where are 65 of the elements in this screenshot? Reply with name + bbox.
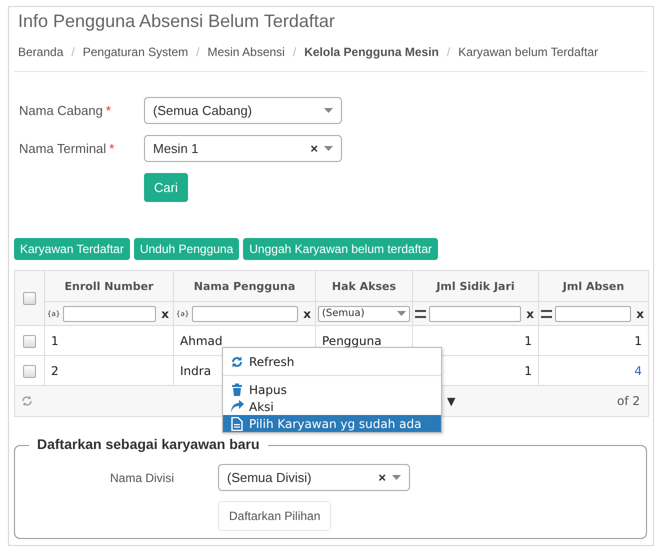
table-cell: 1	[524, 364, 532, 378]
breadcrumb-link[interactable]: Karyawan belum Terdaftar	[458, 45, 598, 67]
select-field[interactable]: (Semua Divisi) ×	[218, 464, 410, 491]
field-label: Nama Divisi	[110, 470, 176, 484]
field-label: Nama Terminal	[19, 141, 106, 156]
refresh-icon	[230, 354, 244, 368]
table-cell: Pengguna	[322, 334, 382, 348]
register-button[interactable]: Daftarkan Pilihan	[218, 501, 332, 531]
select-field[interactable]: (Semua Cabang)	[144, 97, 342, 124]
clear-filter-button[interactable]: x	[634, 306, 646, 320]
table-cell: 1	[524, 334, 532, 348]
breadcrumb-link[interactable]: Pengaturan System	[82, 45, 188, 67]
breadcrumb-link[interactable]: Kelola Pengguna Mesin	[304, 45, 439, 67]
clear-filter-button[interactable]: x	[301, 306, 313, 320]
checkbox[interactable]	[23, 334, 36, 348]
table-cell: 1	[51, 334, 59, 348]
clear-filter-button[interactable]: x	[159, 306, 171, 320]
checkbox[interactable]	[23, 292, 36, 305]
breadcrumb-link[interactable]: Beranda	[18, 45, 64, 67]
menu-item[interactable]: Refresh	[223, 353, 441, 370]
column-header[interactable]: Jml Sidik Jari	[412, 270, 538, 302]
caret-icon	[324, 108, 333, 113]
caret-icon	[397, 311, 406, 316]
menu-item[interactable]: Aksi	[223, 398, 441, 415]
clear-button[interactable]: ×	[310, 141, 318, 156]
refresh-icon	[21, 395, 33, 407]
count-link[interactable]: 4	[634, 364, 642, 378]
filter-select[interactable]: (Semua)	[318, 306, 410, 322]
select-field[interactable]: Mesin 1 ×	[144, 135, 342, 162]
breadcrumb-separator: /	[71, 45, 75, 61]
page-title: Info Pengguna Absensi Belum Terdaftar	[17, 10, 336, 33]
breadcrumb-separator: /	[196, 45, 200, 61]
breadcrumb-separator: /	[292, 45, 296, 61]
table-cell: 2	[51, 364, 59, 378]
menu-item[interactable]: Hapus	[223, 381, 441, 398]
clear-filter-button[interactable]: x	[524, 306, 536, 320]
table-cell: Indra	[180, 364, 212, 378]
breadcrumb-link[interactable]: Mesin Absensi	[207, 45, 285, 67]
file-icon	[230, 416, 244, 430]
caret-icon	[392, 475, 401, 480]
field-label: Nama Cabang	[19, 103, 103, 118]
filter-input[interactable]	[429, 306, 522, 322]
table-cell: Ahmad	[180, 334, 222, 348]
dropdown-arrow[interactable]: ▼	[447, 394, 456, 408]
breadcrumb-separator: /	[446, 45, 450, 61]
caret-icon	[324, 146, 333, 151]
filter-input[interactable]	[63, 306, 156, 322]
share-icon	[230, 400, 244, 414]
equals-icon	[415, 310, 426, 318]
column-header[interactable]: Jml Absen	[538, 270, 648, 302]
section-legend: Daftarkan sebagai karyawan baru	[29, 436, 268, 452]
clear-button[interactable]: ×	[378, 470, 386, 485]
column-header[interactable]: Enroll Number	[44, 270, 174, 302]
filter-input[interactable]	[192, 306, 298, 322]
table-cell: 1	[634, 334, 642, 348]
filter-input[interactable]	[555, 306, 632, 322]
required-mark: *	[109, 141, 114, 156]
page-info: of 2	[616, 394, 640, 408]
equals-icon	[541, 310, 552, 318]
menu-item[interactable]: Pilih Karyawan yg sudah ada	[223, 415, 441, 432]
trash-icon	[230, 382, 244, 396]
checkbox[interactable]	[23, 364, 36, 378]
required-mark: *	[106, 103, 111, 118]
column-header[interactable]: Hak Akses	[316, 270, 412, 302]
column-header[interactable]: Nama Pengguna	[174, 270, 316, 302]
